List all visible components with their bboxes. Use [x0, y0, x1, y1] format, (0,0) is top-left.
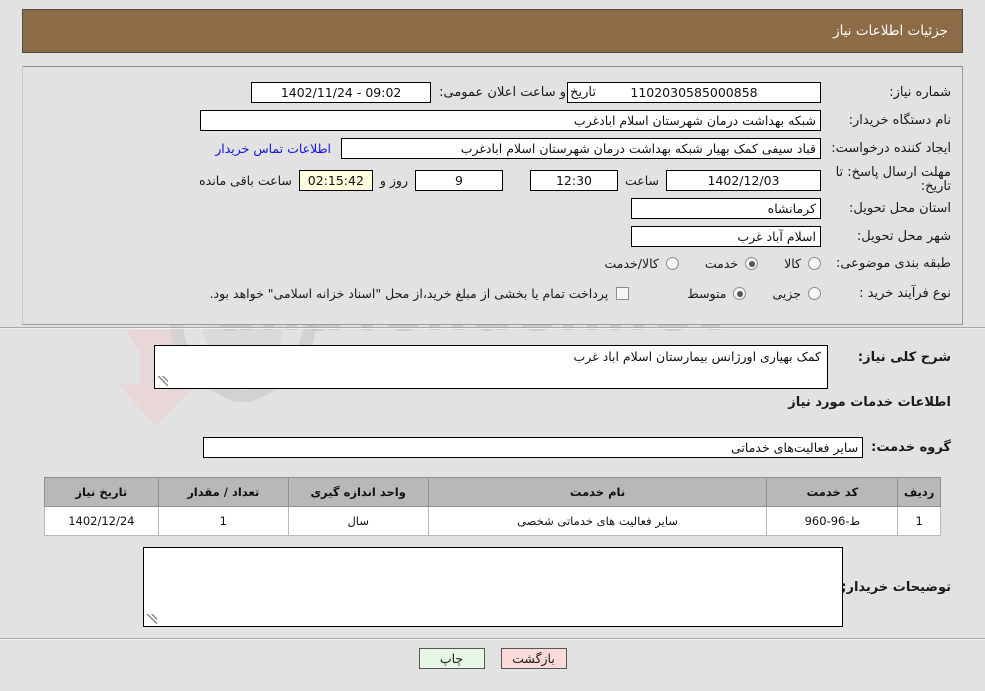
buyer-contact-link[interactable]: اطلاعات تماس خریدار	[215, 141, 331, 156]
back-button[interactable]: بازگشت	[500, 648, 567, 669]
print-button[interactable]: چاپ	[418, 648, 485, 669]
treasury-checkbox-icon[interactable]	[616, 287, 630, 300]
cell-service-name: سایر فعالیت های خدماتی شخصی	[427, 506, 768, 536]
province-label: استان محل تحویل:	[849, 201, 951, 216]
radio-jozi-icon[interactable]	[808, 287, 821, 300]
hour-label: ساعت	[624, 172, 659, 188]
buyer-notes-label: توضیحات خریدار;	[841, 580, 951, 595]
row-subject-category: طبقه بندی موضوعی: کالا خدمت کالا/خدمت	[578, 256, 951, 271]
col-unit: واحد اندازه گیری	[287, 477, 429, 507]
table-header-row: ردیف کد خدمت نام خدمت واحد اندازه گیری ت…	[44, 477, 941, 507]
process-option-motevaset-label: متوسط	[687, 286, 727, 301]
countdown-timer-value: 02:15:42	[298, 169, 373, 191]
creator-value: قباد سیفی کمک بهیار شبکه بهداشت درمان شه…	[341, 138, 821, 159]
category-option-kala-khedmat[interactable]: کالا/خدمت	[604, 256, 679, 271]
row-delivery-province: استان محل تحویل: کرمانشاه	[631, 198, 951, 219]
services-table: ردیف کد خدمت نام خدمت واحد اندازه گیری ت…	[44, 477, 941, 536]
remaining-label: ساعت باقی مانده	[199, 172, 292, 188]
row-buyer-org: نام دستگاه خریدار: شبکه بهداشت درمان شهر…	[200, 110, 951, 131]
category-option-kala[interactable]: کالا	[784, 256, 821, 271]
process-radio-group: جزیی متوسط	[661, 286, 821, 301]
table-row: 1 ط-96-960 سایر فعالیت های خدماتی شخصی س…	[44, 506, 941, 536]
col-row-no: ردیف	[897, 477, 941, 507]
process-label: نوع فرآیند خرید :	[859, 286, 951, 301]
process-option-jozi[interactable]: جزیی	[772, 286, 821, 301]
col-quantity: تعداد / مقدار	[157, 477, 289, 507]
category-option-khedmat[interactable]: خدمت	[704, 256, 759, 271]
category-label: طبقه بندی موضوعی:	[835, 256, 951, 271]
page-title: جزئیات اطلاعات نیاز	[22, 9, 963, 53]
row-buyer-notes: توضیحات خریدار;	[841, 580, 951, 595]
deadline-label: مهلت ارسال پاسخ: تا تاریخ:	[835, 165, 951, 194]
category-radio-group: کالا خدمت کالا/خدمت	[578, 256, 821, 271]
remaining-days-value: 9	[414, 169, 503, 191]
service-group-value: سایر فعالیت‌های خدماتی	[203, 437, 864, 458]
radio-kala-khedmat-icon[interactable]	[665, 257, 679, 270]
row-purchase-process: نوع فرآیند خرید : جزیی متوسط پرداخت تمام…	[210, 286, 951, 301]
category-option-kala-khedmat-label: کالا/خدمت	[604, 256, 659, 271]
col-service-name: نام خدمت	[427, 477, 768, 507]
process-option-motevaset[interactable]: متوسط	[687, 286, 747, 301]
buyer-org-label: نام دستگاه خریدار:	[848, 113, 951, 128]
buyer-notes-textarea[interactable]	[143, 547, 843, 627]
row-response-deadline: مهلت ارسال پاسخ: تا تاریخ: 1402/12/03 سا…	[192, 166, 951, 194]
cell-row-no: 1	[897, 506, 941, 536]
row-delivery-city: شهر محل تحویل: اسلام آباد غرب	[631, 226, 951, 247]
cell-need-date: 1402/12/24	[44, 506, 159, 536]
divider-bottom	[0, 638, 985, 640]
days-label: روز و	[379, 172, 408, 188]
general-description-textarea[interactable]: کمک بهیاری اورژانس بیمارستان اسلام اباد …	[154, 345, 828, 389]
category-option-khedmat-label: خدمت	[704, 256, 739, 271]
services-section-heading: اطلاعات خدمات مورد نیاز	[788, 395, 951, 410]
creator-label: ایجاد کننده درخواست:	[831, 141, 951, 156]
cell-unit: سال	[287, 506, 429, 536]
announce-label: تاریخ و ساعت اعلان عمومی:	[439, 85, 596, 100]
service-group-label: گروه خدمت:	[871, 440, 951, 455]
row-need-number: شماره نیاز: 1102030585000858	[567, 82, 951, 103]
city-label: شهر محل تحویل:	[856, 229, 951, 244]
need-number-label: شماره نیاز:	[889, 85, 951, 100]
announce-value: 09:02 - 1402/11/24	[251, 82, 432, 103]
need-number-value: 1102030585000858	[567, 82, 821, 103]
process-option-jozi-label: جزیی	[772, 286, 801, 301]
treasury-bond-option[interactable]: پرداخت تمام یا بخشی از مبلغ خرید،از محل …	[210, 286, 630, 301]
cell-quantity: 1	[157, 506, 289, 536]
row-service-group: گروه خدمت: سایر فعالیت‌های خدماتی	[203, 437, 951, 458]
col-need-date: تاریخ نیاز	[44, 477, 159, 507]
footer-button-bar: بازگشت چاپ	[0, 648, 985, 669]
col-service-code: کد خدمت	[766, 477, 899, 507]
city-value: اسلام آباد غرب	[631, 226, 821, 247]
cell-service-code: ط-96-960	[766, 506, 899, 536]
deadline-time-value: 12:30	[529, 169, 618, 191]
province-value: کرمانشاه	[631, 198, 821, 219]
radio-kala-icon[interactable]	[808, 257, 821, 270]
description-label: شرح کلی نیاز:	[857, 350, 951, 365]
category-option-kala-label: کالا	[784, 256, 801, 271]
radio-motevaset-icon[interactable]	[733, 287, 747, 300]
buyer-org-value: شبکه بهداشت درمان شهرستان اسلام ابادغرب	[200, 110, 821, 131]
page-title-text: جزئیات اطلاعات نیاز	[833, 23, 948, 39]
row-announce-datetime: تاریخ و ساعت اعلان عمومی: 09:02 - 1402/1…	[251, 82, 596, 103]
row-general-description: شرح کلی نیاز:	[850, 350, 951, 365]
divider-top	[0, 327, 985, 329]
deadline-date-value: 1402/12/03	[666, 169, 821, 191]
row-request-creator: ایجاد کننده درخواست: قباد سیفی کمک بهیار…	[215, 138, 951, 159]
radio-khedmat-icon[interactable]	[745, 257, 759, 270]
treasury-text: پرداخت تمام یا بخشی از مبلغ خرید،از محل …	[209, 286, 609, 301]
